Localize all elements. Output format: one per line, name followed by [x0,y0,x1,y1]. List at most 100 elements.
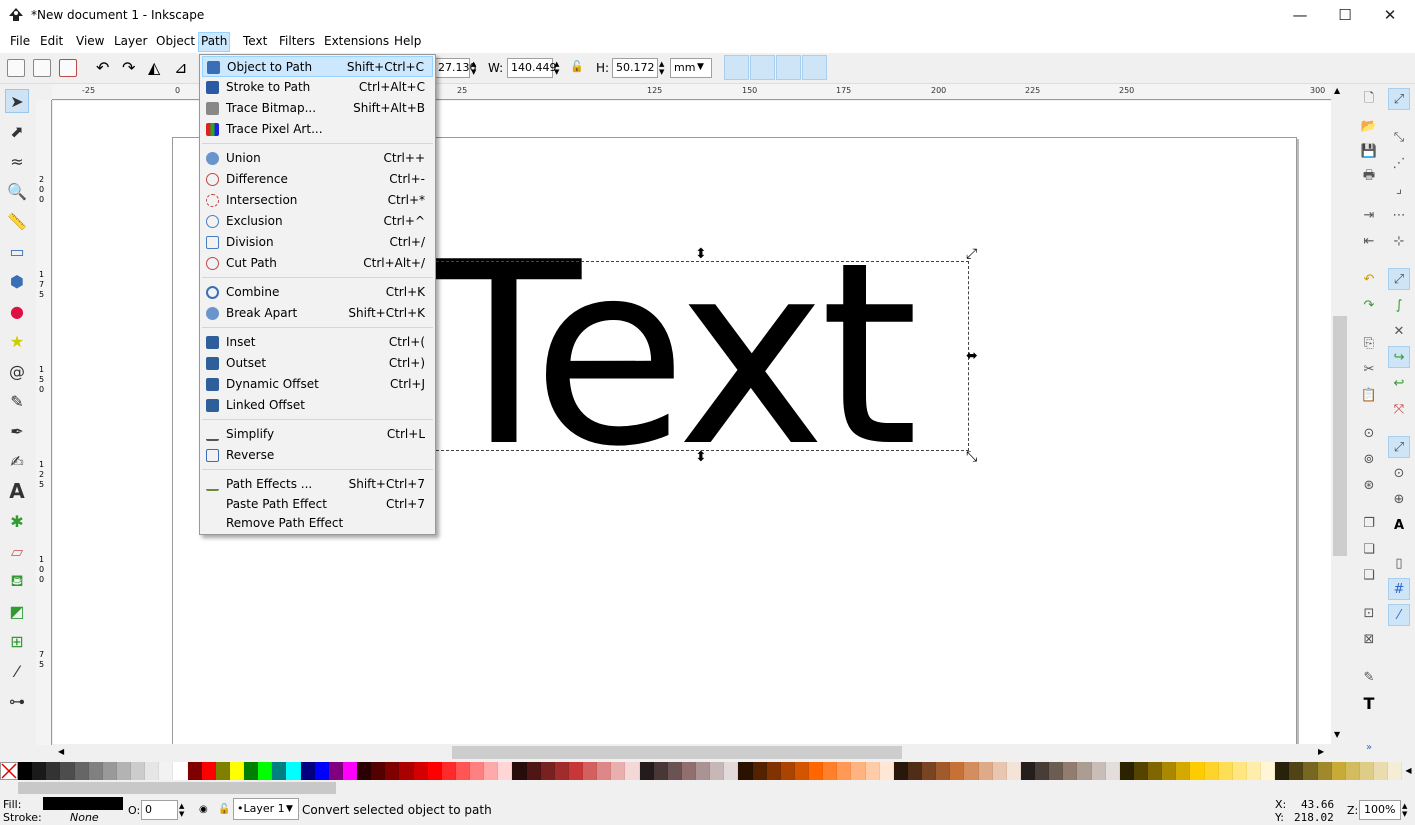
color-swatch[interactable] [116,762,131,780]
color-swatch[interactable] [88,762,103,780]
measure-tool-icon[interactable]: 📏 [5,209,29,233]
select-all-layers-icon[interactable] [33,59,51,77]
snap-intersection-icon[interactable]: ✕ [1388,320,1410,342]
color-swatch[interactable] [244,762,259,780]
rotate-cw-icon[interactable]: ↷ [122,58,135,77]
color-swatch[interactable] [907,762,922,780]
color-swatch[interactable] [1035,762,1050,780]
unlink-clone-icon[interactable]: ❑ [1358,564,1380,586]
spiral-tool-icon[interactable]: @ [5,359,29,383]
color-swatch[interactable] [229,762,244,780]
color-swatch[interactable] [74,762,89,780]
color-swatch[interactable] [1148,762,1163,780]
visibility-eye-icon[interactable]: ◉ [199,804,208,815]
color-swatch[interactable] [964,762,979,780]
clone-icon[interactable]: ❏ [1358,538,1380,560]
color-swatch[interactable] [1063,762,1078,780]
open-icon[interactable]: 📂 [1358,115,1380,137]
scroll-right-icon[interactable]: ▶ [1318,747,1324,756]
color-swatch[interactable] [639,762,654,780]
color-swatch[interactable] [681,762,696,780]
color-swatch[interactable] [413,762,428,780]
menu-view[interactable]: View [74,34,106,48]
color-swatch[interactable] [512,762,527,780]
deselect-icon[interactable] [59,59,77,77]
no-paint-swatch[interactable] [0,762,18,780]
snap-page-icon[interactable]: ▯ [1388,552,1410,574]
color-swatch[interactable] [1119,762,1134,780]
scale-stroke-toggle[interactable] [724,55,749,80]
color-swatch[interactable] [653,762,668,780]
snap-nodes-icon[interactable]: ⤢ [1388,268,1410,290]
color-swatch[interactable] [441,762,456,780]
menu-path[interactable]: Path [198,32,231,52]
menu-item-remove-path-effect[interactable]: Remove Path Effect [202,513,433,534]
scale-handle-top-icon[interactable]: ⬍ [695,247,707,261]
color-swatch[interactable] [611,762,626,780]
mesh-tool-icon[interactable]: ⊞ [5,629,29,653]
color-swatch[interactable] [201,762,216,780]
color-swatch[interactable] [187,762,202,780]
menu-item-intersection[interactable]: Intersection Ctrl+* [202,190,433,211]
color-swatch[interactable] [526,762,541,780]
rectangle-tool-icon[interactable]: ▭ [5,239,29,263]
snap-bbox-icon[interactable]: ⤡ [1388,126,1410,148]
copy-icon[interactable]: ⎘ [1358,332,1380,354]
print-icon[interactable]: 🖶 [1358,166,1380,188]
layer-lock-icon[interactable]: 🔓 [218,804,230,815]
color-swatch[interactable] [371,762,386,780]
menu-filters[interactable]: Filters [277,34,317,48]
color-swatch[interactable] [710,762,725,780]
color-swatch[interactable] [498,762,513,780]
menu-item-division[interactable]: Division Ctrl+/ [202,232,433,253]
color-swatch[interactable] [780,762,795,780]
menu-item-dynamic-offset[interactable]: Dynamic Offset Ctrl+J [202,374,433,395]
opacity-spinner-icon[interactable]: ▲ ▼ [179,802,184,818]
color-swatch[interactable] [865,762,880,780]
color-swatch[interactable] [46,762,61,780]
bucket-tool-icon[interactable]: ⛾ [5,569,29,593]
more-icon[interactable]: » [1358,736,1380,758]
snap-bbox-corner-icon[interactable]: ⌟ [1388,178,1410,200]
menu-item-exclusion[interactable]: Exclusion Ctrl+^ [202,211,433,232]
selector-tool-icon[interactable]: ➤ [5,89,29,113]
zoom-tool-icon[interactable]: 🔍 [5,179,29,203]
export-icon[interactable]: ⇤ [1358,230,1380,252]
opacity-field[interactable]: 0 [141,800,178,820]
color-swatch[interactable] [60,762,75,780]
snap-bbox-center-icon[interactable]: ⊹ [1388,230,1410,252]
duplicate-icon[interactable]: ❐ [1358,512,1380,534]
ungroup-icon[interactable]: ⊠ [1358,628,1380,650]
scroll-down-icon[interactable]: ▼ [1334,730,1340,739]
color-swatch[interactable] [1261,762,1276,780]
color-swatch[interactable] [794,762,809,780]
x-field[interactable]: 27.130 [434,58,477,78]
color-swatch[interactable] [1020,762,1035,780]
color-swatch[interactable] [215,762,230,780]
eraser-tool-icon[interactable]: ▱ [5,539,29,563]
snap-rotation-center-icon[interactable]: ⊕ [1388,488,1410,510]
color-swatch[interactable] [724,762,739,780]
menu-layer[interactable]: Layer [112,34,149,48]
save-icon[interactable]: 💾 [1358,140,1380,162]
maximize-button[interactable]: ☐ [1322,0,1368,31]
color-swatch[interactable] [540,762,555,780]
scale-handle-right-icon[interactable]: ⬌ [966,349,978,363]
color-swatch[interactable] [1289,762,1304,780]
menu-item-union[interactable]: Union Ctrl++ [202,148,433,169]
color-swatch[interactable] [314,762,329,780]
text-tool-icon[interactable]: A [5,479,29,503]
color-swatch[interactable] [1359,762,1374,780]
chevron-down-icon[interactable]: ▼ [697,62,704,72]
menu-object[interactable]: Object [154,34,197,48]
snap-smooth-icon[interactable]: ↩ [1388,372,1410,394]
menu-help[interactable]: Help [392,34,423,48]
menu-item-difference[interactable]: Difference Ctrl+- [202,169,433,190]
gradient-tool-icon[interactable]: ◩ [5,599,29,623]
color-swatch[interactable] [597,762,612,780]
lock-icon[interactable]: 🔓 [570,60,584,73]
close-button[interactable]: ✕ [1367,0,1413,31]
color-swatch[interactable] [1232,762,1247,780]
snap-others-icon[interactable]: ⤢ [1388,436,1410,458]
color-swatch[interactable] [583,762,598,780]
